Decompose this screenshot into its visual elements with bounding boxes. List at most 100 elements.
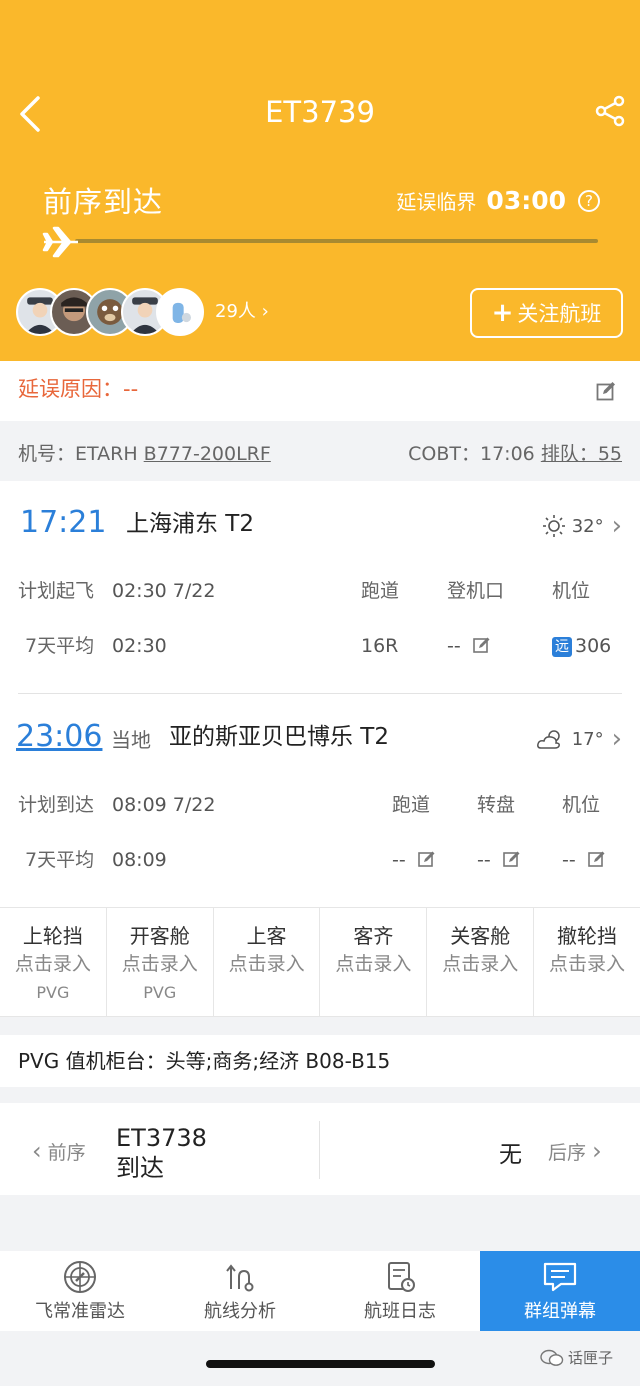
arrival-airport[interactable]: 亚的斯亚贝巴博乐 T2	[169, 721, 389, 753]
divider	[18, 693, 622, 694]
op-action: 点击录入	[442, 953, 519, 975]
previous-flight-link[interactable]: ‹ 前序	[32, 1137, 86, 1165]
wechat-icon	[540, 1349, 564, 1366]
arr-stand-value: --	[562, 849, 576, 871]
previous-flight-status: 到达	[116, 1154, 164, 1182]
op-title: 上客	[246, 924, 287, 948]
home-indicator[interactable]	[206, 1360, 435, 1368]
share-icon[interactable]	[593, 94, 627, 128]
flight-status: 前序到达	[43, 185, 164, 219]
help-icon[interactable]: ?	[578, 189, 600, 212]
next-flight-value: 无	[499, 1142, 522, 1168]
queue-link[interactable]: 排队：55	[541, 443, 622, 465]
dep-stand: 远 306	[552, 633, 611, 659]
edit-icon[interactable]	[587, 850, 606, 868]
tab-label: 飞常准雷达	[35, 1301, 125, 1322]
op-action: 点击录入	[335, 953, 412, 975]
arr-carousel[interactable]: --	[477, 847, 521, 873]
op-place: PVG	[143, 983, 177, 1002]
followers-count: 29人	[215, 301, 256, 322]
dep-stand-value: 306	[575, 635, 612, 657]
plane-icon	[42, 226, 78, 258]
op-action: 点击录入	[14, 953, 91, 975]
watermark-text: 话匣子	[568, 1349, 614, 1367]
critical-label: 延误临界	[396, 190, 477, 214]
arrival-weather[interactable]: 17° ›	[536, 724, 622, 754]
op-title: 关客舱	[450, 924, 511, 948]
aircraft-right: COBT：17:06 排队：55	[408, 439, 622, 466]
arr-runway-header: 跑道	[392, 794, 431, 816]
departure-time: 17:21	[20, 505, 107, 540]
ground-op-chocks-off[interactable]: 撤轮挡 点击录入	[534, 908, 640, 1016]
tab-label: 航线分析	[204, 1301, 276, 1322]
route-card: 17:21 上海浦东 T2 32° › 计划起飞 02:30 7/22 跑道 登…	[0, 481, 640, 907]
avg-arr-label: 7天平均	[25, 849, 95, 871]
tab-label: 群组弹幕	[524, 1301, 596, 1322]
route-analysis-icon	[226, 1264, 254, 1292]
arr-stand[interactable]: --	[562, 847, 606, 873]
tab-group-danmaku[interactable]: 群组弹幕	[480, 1251, 640, 1331]
chat-bubble-icon	[543, 1262, 577, 1292]
plan-arr-value: 08:09 7/22	[112, 794, 216, 816]
aircraft-type-link[interactable]: B777-200LRF	[144, 443, 271, 465]
checkin-counter: PVG 值机柜台：头等;商务;经济 B08-B15	[0, 1035, 640, 1087]
next-flight-link[interactable]: 后序 ›	[548, 1137, 602, 1165]
ground-op-boarding[interactable]: 上客 点击录入	[214, 908, 321, 1016]
delay-reason-bar: 延误原因：--	[0, 361, 640, 421]
op-title: 上轮挡	[22, 924, 83, 948]
flight-header: ET3739 前序到达 延误临界 03:00 ? 29人 › + 关注航班	[0, 0, 640, 361]
stand-header: 机位	[552, 580, 591, 602]
flight-sequence: ‹ 前序 ET3738 到达 无 后序 ›	[0, 1103, 640, 1195]
arr-runway[interactable]: --	[392, 847, 436, 873]
sun-icon	[542, 515, 565, 537]
watermark: 话匣子	[540, 1347, 613, 1368]
page-title: ET3739	[265, 95, 375, 129]
ground-op-chocks-on[interactable]: 上轮挡 点击录入 PVG	[0, 908, 107, 1016]
edit-icon[interactable]	[596, 381, 616, 401]
critical-time: 03:00	[486, 186, 566, 215]
edit-icon[interactable]	[472, 636, 491, 654]
arr-runway-value: --	[392, 849, 406, 871]
next-label: 后序	[548, 1142, 587, 1164]
arrival-temp: 17°	[571, 728, 604, 750]
delay-critical: 延误临界 03:00 ?	[396, 186, 600, 215]
ground-op-boarded[interactable]: 客齐 点击录入	[320, 908, 428, 1016]
previous-flight-no: ET3738	[116, 1124, 207, 1152]
op-place: PVG	[36, 983, 70, 1002]
bottom-tab-bar: 飞常准雷达 航线分析 航班日志 群组弹幕	[0, 1251, 640, 1331]
remote-stand-badge: 远	[552, 637, 572, 657]
chevron-right-icon: ›	[611, 724, 622, 754]
aircraft-reg: 机号：ETARH	[18, 443, 138, 465]
edit-icon[interactable]	[417, 850, 436, 868]
previous-flight[interactable]: ET3738 到达	[116, 1123, 207, 1183]
ground-op-close-cabin[interactable]: 关客舱 点击录入	[427, 908, 535, 1016]
partly-cloudy-icon	[536, 730, 560, 749]
ground-op-open-cabin[interactable]: 开客舱 点击录入 PVG	[107, 908, 214, 1016]
chevron-right-icon: ›	[261, 301, 269, 322]
tab-radar[interactable]: 飞常准雷达	[0, 1251, 160, 1331]
followers-link[interactable]: 29人 ›	[215, 300, 269, 324]
follower-avatars[interactable]	[16, 288, 216, 338]
gate-header: 登机口	[447, 580, 505, 602]
radar-icon	[64, 1261, 96, 1293]
tab-route-analysis[interactable]: 航线分析	[160, 1251, 320, 1331]
departure-airport[interactable]: 上海浦东 T2	[126, 508, 254, 540]
plan-dep-value: 02:30 7/22	[112, 580, 216, 602]
dep-gate[interactable]: --	[447, 633, 491, 659]
arrival-time[interactable]: 23:06	[16, 717, 102, 757]
runway-header: 跑道	[361, 580, 400, 602]
departure-weather[interactable]: 32° ›	[542, 511, 622, 541]
dep-gate-value: --	[447, 635, 461, 657]
delay-reason: 延误原因：--	[18, 377, 139, 401]
arr-stand-header: 机位	[562, 794, 601, 816]
follow-flight-button[interactable]: + 关注航班	[470, 288, 623, 338]
op-action: 点击录入	[549, 953, 626, 975]
avg-dep-value: 02:30	[112, 635, 167, 657]
op-title: 撤轮挡	[557, 924, 618, 948]
edit-icon[interactable]	[502, 850, 521, 868]
chevron-right-icon: ›	[611, 511, 622, 541]
dep-runway: 16R	[361, 635, 399, 657]
aircraft-info: 机号：ETARH B777-200LRF COBT：17:06 排队：55	[0, 421, 640, 481]
tab-label: 航班日志	[364, 1301, 436, 1322]
tab-flight-log[interactable]: 航班日志	[320, 1251, 480, 1331]
